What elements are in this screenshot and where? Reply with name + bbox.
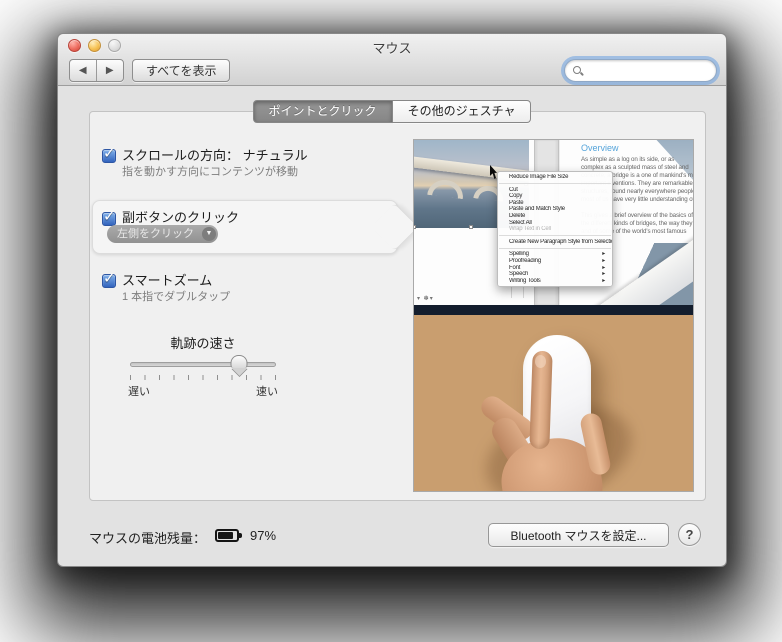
- video-context-menu-item: Cut: [498, 187, 612, 194]
- gesture-demo-video: Overview As simple as a log on its side,…: [413, 139, 694, 492]
- doc-text-line: As simple as a log on its side, or as: [581, 156, 694, 164]
- video-context-menu-item: Wrap Text in Cell: [498, 226, 612, 233]
- video-context-menu-item: Delete: [498, 213, 612, 220]
- back-button[interactable]: ◀: [70, 60, 97, 81]
- tracking-speed-title: 軌跡の速さ: [130, 333, 276, 352]
- fingernail: [535, 355, 546, 368]
- tracking-speed-thumb[interactable]: [231, 355, 248, 376]
- search-field[interactable]: [564, 59, 717, 82]
- scroll-direction-checkbox[interactable]: ✓: [102, 149, 116, 163]
- window-title: マウス: [58, 38, 726, 57]
- submenu-arrow-icon: ▸: [598, 265, 605, 272]
- chevron-down-icon: ▼: [202, 227, 216, 241]
- video-context-menu-item: Font ▸: [498, 265, 612, 272]
- tab-bar: ポイントとクリック その他のジェスチャ: [58, 100, 726, 123]
- slider-min-label: 遅い: [128, 383, 150, 399]
- video-context-menu-item: Proofreading ▸: [498, 258, 612, 265]
- video-context-menu-item: Paste and Match Style: [498, 206, 612, 213]
- secondary-click-label: 副ボタンのクリック: [122, 207, 239, 226]
- settings-group-box: ✓ スクロールの方向： ナチュラル 指を動かす方向にコンテンツが移動 ✓ 副ボタ…: [89, 111, 706, 501]
- battery-label: マウスの電池残量：: [89, 528, 206, 547]
- back-forward-control: ◀ ▶: [69, 59, 124, 82]
- secondary-click-checkbox[interactable]: ✓: [102, 212, 116, 226]
- video-desktop-strip: [414, 305, 694, 315]
- video-context-menu-item: Paste: [498, 200, 612, 207]
- bluetooth-setup-button[interactable]: Bluetooth マウスを設定...: [488, 523, 669, 547]
- checkmark-icon: ✓: [103, 144, 116, 162]
- video-context-menu-item: Speech ▸: [498, 271, 612, 278]
- video-doc-controls: ▾ ✽▾: [417, 295, 434, 302]
- help-button[interactable]: ?: [678, 523, 701, 546]
- window-header: マウス ◀ ▶ すべてを表示: [58, 34, 726, 86]
- submenu-arrow-icon: ▸: [598, 278, 605, 285]
- battery-icon: [215, 529, 239, 542]
- smart-zoom-label: スマートズーム: [122, 270, 212, 289]
- doc-heading: Overview: [581, 143, 619, 153]
- submenu-arrow-icon: ▸: [598, 258, 605, 265]
- video-context-menu-item: Writing Tools ▸: [498, 278, 612, 285]
- slider-labels: 遅い 速い: [128, 383, 278, 399]
- video-context-menu-item: [499, 248, 611, 249]
- selection-handle: [469, 225, 473, 229]
- smart-zoom-description: 1 本指でダブルタップ: [122, 288, 230, 304]
- secondary-click-dropdown[interactable]: 左側をクリック ▼: [107, 225, 218, 243]
- video-context-menu-item: Spelling ▸: [498, 251, 612, 258]
- video-context-menu-item: Create New Paragraph Style from Selectio…: [498, 239, 612, 246]
- video-document-scene: Overview As simple as a log on its side,…: [414, 140, 694, 305]
- show-all-button[interactable]: すべてを表示: [132, 59, 230, 82]
- tab-point-and-click[interactable]: ポイントとクリック: [253, 100, 393, 123]
- preferences-window: マウス ◀ ▶ すべてを表示 ポイントとクリック その他のジェスチャ ✓ スクロ…: [57, 33, 727, 567]
- hand-on-mouse-photo: [414, 315, 694, 492]
- checkmark-icon: ✓: [103, 269, 116, 287]
- slider-max-label: 速い: [256, 383, 278, 399]
- search-icon: [573, 66, 582, 75]
- tab-other-gestures[interactable]: その他のジェスチャ: [393, 100, 532, 123]
- video-context-menu-item: [499, 235, 611, 236]
- scroll-direction-description: 指を動かす方向にコンテンツが移動: [122, 163, 298, 179]
- forward-button[interactable]: ▶: [97, 60, 123, 81]
- battery-percent: 97%: [250, 528, 276, 543]
- scroll-direction-label: スクロールの方向： ナチュラル: [122, 145, 308, 164]
- secondary-click-selected-option: 左側をクリック: [117, 228, 194, 240]
- submenu-arrow-icon: ▸: [598, 251, 605, 258]
- tracking-speed-slider[interactable]: [130, 362, 276, 367]
- panel-pointer-arrow: [371, 203, 419, 251]
- thumb-cap: [231, 355, 248, 368]
- checkmark-icon: ✓: [103, 207, 116, 225]
- video-context-menu: Reduce Image File Size Cut: [497, 171, 613, 287]
- smart-zoom-checkbox[interactable]: ✓: [102, 274, 116, 288]
- video-context-menu-item: Select All: [498, 220, 612, 227]
- screenshot-canvas: マウス ◀ ▶ すべてを表示 ポイントとクリック その他のジェスチャ ✓ スクロ…: [0, 0, 782, 642]
- video-context-menu-item: [499, 183, 611, 184]
- submenu-arrow-icon: ▸: [598, 271, 605, 278]
- video-context-menu-item: Copy: [498, 193, 612, 200]
- search-input[interactable]: [582, 64, 708, 78]
- video-context-menu-item: Reduce Image File Size: [498, 174, 612, 181]
- slider-tick-marks: [130, 375, 277, 380]
- selection-handle: [414, 225, 416, 229]
- bridge-arch: [427, 178, 465, 199]
